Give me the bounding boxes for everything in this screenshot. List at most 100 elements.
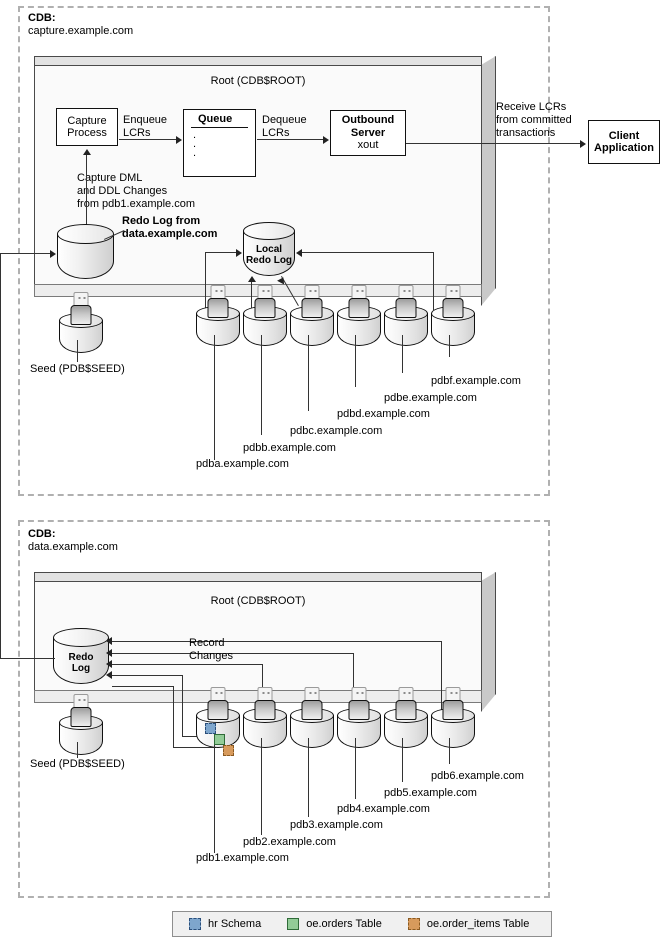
pdb-plug-icon — [301, 700, 323, 720]
capture-dml-label: Capture DML and DDL Changes from pdb1.ex… — [77, 172, 195, 211]
outbound-server-line3: xout — [357, 139, 379, 152]
arrow-redolog-to-capture-head — [83, 149, 91, 155]
root-right-bevel — [481, 572, 496, 712]
pdb5-label: pdb5.example.com — [384, 787, 477, 799]
capture-cdb-title: CDB: — [28, 12, 56, 24]
pdb-pdba — [196, 285, 240, 346]
record-changes-line1: Record — [189, 637, 225, 649]
pdbe-label: pdbe.example.com — [384, 392, 477, 404]
redo-log-label-line2: data.example.com — [122, 228, 218, 240]
queue-items: . . . — [184, 128, 255, 159]
queue-dot-2: . — [193, 138, 197, 150]
pdb1-label: pdb1.example.com — [196, 852, 289, 864]
capture-process-box[interactable]: Capture Process — [56, 108, 118, 146]
arrow-outbound-to-client-head — [580, 140, 586, 148]
arrow-queue-to-outbound-line — [257, 139, 324, 140]
record-arrow-4-line — [112, 675, 183, 676]
legend: hr Schema oe.orders Table oe.order_items… — [172, 911, 552, 937]
cylinder-top — [57, 224, 114, 244]
local-redo-log-cylinder: Local Redo Log — [243, 222, 295, 278]
pdb-pdb5 — [384, 687, 428, 748]
enqueue-lcrs-label: Enqueue LCRs — [123, 114, 167, 140]
client-application-box[interactable]: Client Application — [588, 120, 660, 164]
pdba-leader — [214, 335, 215, 460]
record-arrow-4-v — [182, 675, 183, 737]
capture-cdb-name: capture.example.com — [28, 25, 134, 37]
pdb-plug-icon — [395, 298, 417, 318]
local-redo-line1: Local — [255, 244, 283, 255]
legend-item-orders: oe.orders Table — [287, 918, 382, 930]
data-to-capture-line-h — [0, 658, 55, 659]
record-changes-label: Record Changes — [189, 637, 233, 663]
redo-log-label-line1: Redo Log from — [122, 215, 201, 227]
redo-log-from-data-cylinder — [57, 224, 114, 280]
data-seed-leader — [77, 742, 78, 758]
outbound-server-box[interactable]: Outbound Server xout — [330, 110, 406, 156]
hr-schema-swatch — [205, 723, 216, 734]
pdb3-leader — [308, 738, 309, 817]
queue-dot-3: . — [193, 147, 197, 159]
record-arrow-3-line — [112, 664, 263, 665]
arrow-capture-to-queue-head — [176, 136, 182, 144]
legend-label-hr: hr Schema — [208, 918, 262, 930]
pdb-plug-icon — [254, 298, 276, 318]
pdb-pdb6 — [431, 687, 475, 748]
pdb-plug-icon — [254, 700, 276, 720]
pdbc-leader — [308, 335, 309, 411]
local-redo-line2: Redo Log — [245, 255, 293, 266]
redo-log-from-data-label: Redo Log from data.example.com — [122, 215, 217, 241]
capture-root-title: Root (CDB$ROOT) — [210, 75, 306, 87]
pdb2-leader — [261, 738, 262, 835]
data-redo-log-cylinder: Redo Log — [53, 628, 109, 686]
pdb-pdb3 — [290, 687, 334, 748]
legend-swatch-hr-icon — [189, 918, 201, 930]
capture-dml-line2: and DDL Changes — [77, 185, 168, 197]
pdb-plug-icon — [442, 700, 464, 720]
pdb2-label: pdb2.example.com — [243, 836, 336, 848]
diagram-canvas: CDB: capture.example.com Root (CDB$ROOT)… — [0, 0, 666, 941]
data-seed-label: Seed (PDB$SEED) — [30, 758, 125, 770]
oe-orders-swatch — [214, 734, 225, 745]
capture-seed-leader — [77, 340, 78, 362]
enqueue-label-line1: Enqueue — [123, 114, 168, 126]
pdb-pdb4 — [337, 687, 381, 748]
capture-process-line1: Capture — [67, 114, 107, 127]
record-changes-line2: Changes — [189, 650, 234, 662]
queue-box[interactable]: Queue . . . — [183, 109, 256, 177]
pdbe-leader — [402, 335, 403, 373]
queue-title: Queue — [191, 110, 248, 128]
pdb-pdbe — [384, 285, 428, 346]
receive-lcrs-label: Receive LCRs from committed transactions — [496, 101, 572, 140]
record-arrow-1-line — [112, 641, 442, 642]
data-root-title: Root (CDB$ROOT) — [210, 595, 306, 607]
receive-label-line2: from committed — [496, 114, 572, 126]
pdb-plug-icon — [70, 305, 92, 325]
pdb6-leader — [449, 738, 450, 764]
pdb-plug-icon — [301, 298, 323, 318]
pdb-plug-icon — [442, 298, 464, 318]
legend-item-order-items: oe.order_items Table — [407, 918, 530, 930]
capture-dml-line3: from pdb1.example.com — [77, 198, 195, 210]
pdb-pdb2 — [243, 687, 287, 748]
pdbb-label: pdbb.example.com — [243, 442, 336, 454]
arrow-capture-to-queue-line — [119, 139, 177, 140]
data-to-capture-line-v — [0, 253, 1, 659]
legend-swatch-orders-icon — [287, 918, 300, 930]
pdbb-leader — [261, 335, 262, 435]
pdb-pdb1 — [196, 687, 240, 756]
data-seed-pdb — [59, 694, 103, 755]
pdb-plug-icon — [207, 700, 229, 720]
pdb4-leader — [355, 738, 356, 799]
local-redo-top — [243, 222, 295, 240]
legend-label-order-items: oe.order_items Table — [426, 918, 530, 930]
data-cdb-name: data.example.com — [28, 541, 118, 553]
localredo-right-feed-h — [302, 252, 434, 253]
pdb4-label: pdb4.example.com — [337, 803, 430, 815]
arrow-redolog-to-capture-line — [86, 155, 87, 227]
data-redo-line1: Redo — [68, 652, 94, 663]
pdbc-label: pdbc.example.com — [290, 425, 383, 437]
capture-seed-pdb — [59, 292, 103, 353]
oe-order-items-swatch — [223, 745, 234, 756]
arrow-from-data-cdb-line — [0, 253, 51, 254]
pdb-plug-icon — [207, 298, 229, 318]
